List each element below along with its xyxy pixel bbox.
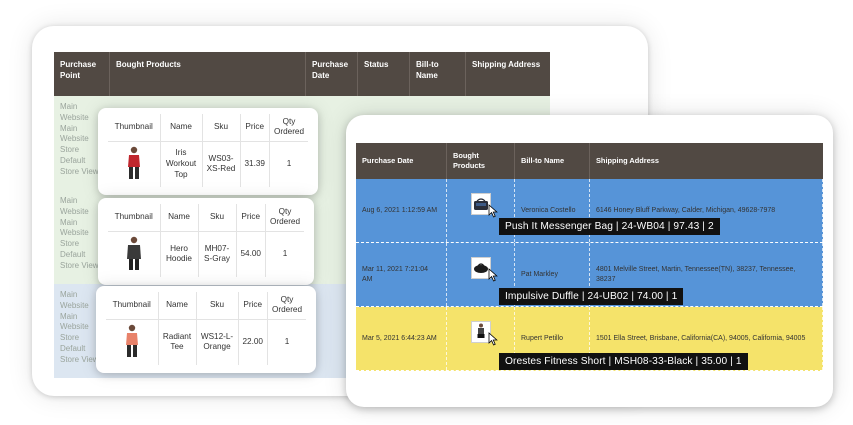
bought-products-popup: Thumbnail Name Sku Price Qty Ordered Her… <box>98 198 315 286</box>
col-qty-ordered: Qty Ordered <box>265 204 305 232</box>
bought-products-popup: Thumbnail Name Sku Price Qty Ordered Rad… <box>96 286 317 374</box>
product-name: Iris Workout Top <box>160 141 203 188</box>
bought-products-popup: Thumbnail Name Sku Price Qty Ordered Iri… <box>98 108 319 196</box>
col-bill-to-name[interactable]: Bill-to Name <box>515 143 590 179</box>
col-name: Name <box>160 204 199 232</box>
bought-products-table: Thumbnail Name Sku Price Qty Ordered Rad… <box>106 292 307 366</box>
col-sku: Sku <box>202 114 241 142</box>
fitness-short-icon <box>477 323 484 338</box>
product-sku: MH07-S-Gray <box>198 231 237 278</box>
col-name: Name <box>158 292 197 320</box>
product-qty: 1 <box>286 159 292 168</box>
col-thumbnail: Thumbnail <box>108 204 161 232</box>
table-row[interactable]: Aug 6, 2021 1:12:59 AM Veronica Costello… <box>356 179 823 243</box>
purchase-date-cell: Mar 5, 2021 6:44:23 AM <box>356 307 447 370</box>
col-bought-products[interactable]: Bought Products <box>110 52 306 96</box>
col-price: Price <box>238 292 268 320</box>
product-qty: 1 <box>282 249 288 258</box>
col-thumbnail: Thumbnail <box>106 292 159 320</box>
thumbnail-cell <box>108 141 161 188</box>
product-price: 22.00 <box>238 319 268 366</box>
mouse-pointer-icon <box>488 267 498 282</box>
back-table-header: Purchase Point Bought Products Purchase … <box>54 52 550 96</box>
col-status[interactable]: Status <box>358 52 410 96</box>
mouse-pointer-icon <box>488 203 498 218</box>
col-purchase-point[interactable]: Purchase Point <box>54 52 110 96</box>
col-bill-to-name[interactable]: Bill-to Name <box>410 52 466 96</box>
col-shipping-address[interactable]: Shipping Address <box>590 143 823 179</box>
product-name: Hero Hoodie <box>160 231 199 278</box>
product-tooltip: Orestes Fitness Short | MSH08-33-Black |… <box>499 353 748 370</box>
col-thumbnail: Thumbnail <box>108 114 161 142</box>
col-sku: Sku <box>198 204 237 232</box>
col-purchase-date[interactable]: Purchase Date <box>356 143 447 179</box>
product-tooltip: Push It Messenger Bag | 24-WB04 | 97.43 … <box>499 218 720 235</box>
mouse-pointer-icon <box>488 331 498 346</box>
bought-products-table: Thumbnail Name Sku Price Qty Ordered Iri… <box>108 114 309 188</box>
table-row[interactable]: Mar 11, 2021 7:21:04 AM Pat Markley 4801… <box>356 243 823 307</box>
product-thumbnail-bag[interactable] <box>470 192 498 218</box>
product-tooltip: Impulsive Duffle | 24-UB02 | 74.00 | 1 <box>499 288 684 305</box>
col-purchase-date[interactable]: Purchase Date <box>306 52 358 96</box>
duffle-bag-icon <box>473 262 488 273</box>
product-thumbnail-duffle[interactable] <box>470 256 498 282</box>
purchase-date-cell: Mar 11, 2021 7:21:04 AM <box>356 243 447 306</box>
product-sku: WS12-L-Orange <box>196 319 239 366</box>
front-table-header: Purchase Date Bought Products Bill-to Na… <box>356 143 823 179</box>
col-price: Price <box>236 204 266 232</box>
col-price: Price <box>240 114 270 142</box>
col-name: Name <box>160 114 203 142</box>
product-thumbnail-short[interactable] <box>470 320 498 346</box>
orders-grid-card-front: Purchase Date Bought Products Bill-to Na… <box>346 115 833 407</box>
col-sku: Sku <box>196 292 239 320</box>
product-sku: WS03-XS-Red <box>202 141 241 188</box>
thumbnail-cell <box>108 231 161 278</box>
purchase-date-cell: Aug 6, 2021 1:12:59 AM <box>356 179 447 242</box>
product-thumbnail-red-top[interactable] <box>122 145 146 181</box>
table-row[interactable]: Mar 5, 2021 6:44:23 AM Rupert Petillo 15… <box>356 307 823 371</box>
product-thumbnail-tee[interactable] <box>120 323 144 359</box>
col-qty-ordered: Qty Ordered <box>269 114 309 142</box>
product-price: 54.00 <box>236 231 266 278</box>
messenger-bag-icon <box>473 197 488 210</box>
product-price: 31.39 <box>240 141 270 188</box>
col-qty-ordered: Qty Ordered <box>267 292 307 320</box>
col-bought-products[interactable]: Bought Products <box>447 143 515 179</box>
thumbnail-cell <box>106 319 159 366</box>
product-qty: 1 <box>284 337 290 346</box>
col-shipping-address[interactable]: Shipping Address <box>466 52 550 96</box>
orders-grid-front: Purchase Date Bought Products Bill-to Na… <box>356 143 823 371</box>
product-name: Radiant Tee <box>158 319 197 366</box>
bought-products-table: Thumbnail Name Sku Price Qty Ordered Her… <box>108 204 305 278</box>
product-thumbnail-hoodie[interactable] <box>122 235 146 271</box>
